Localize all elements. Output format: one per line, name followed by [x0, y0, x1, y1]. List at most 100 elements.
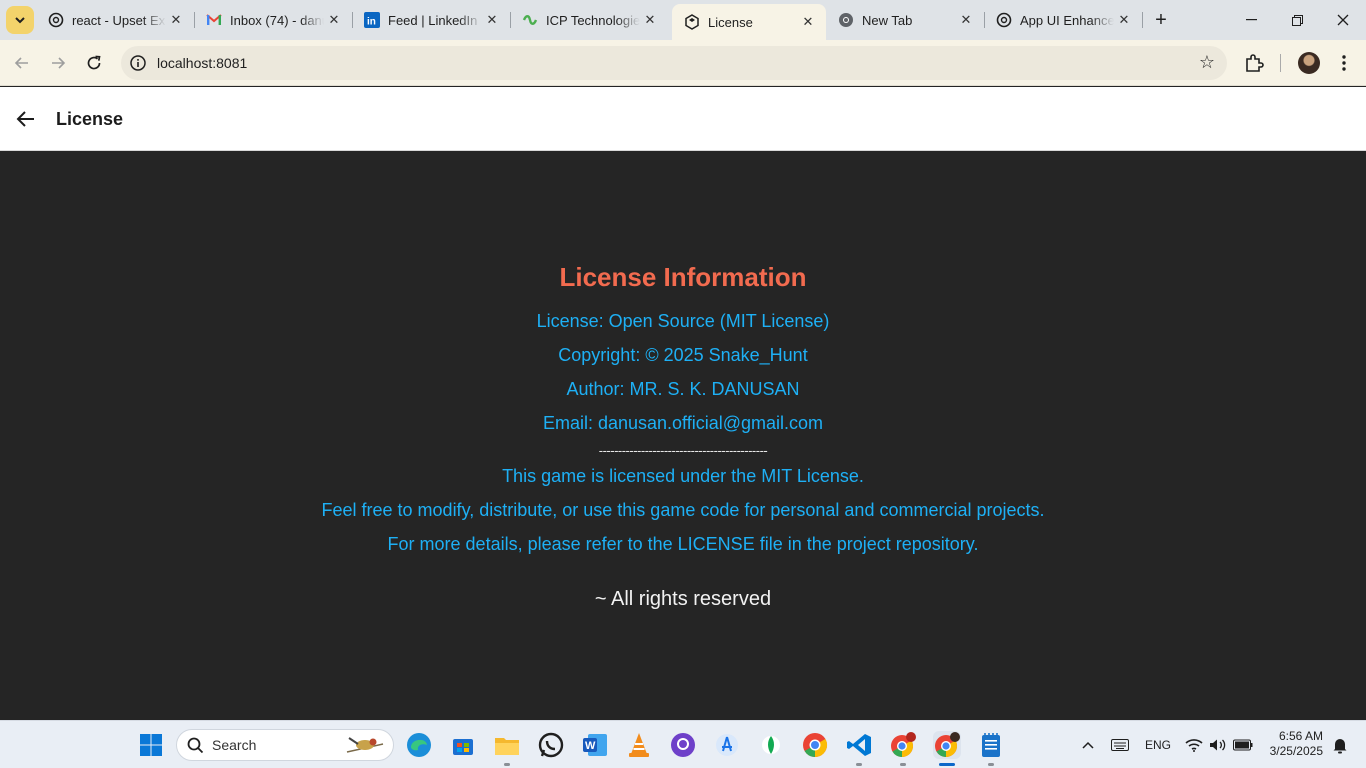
tab-title: react - Upset Exp — [72, 12, 166, 28]
gmail-icon — [206, 12, 222, 28]
mit-license-line: This game is licensed under the MIT Lice… — [502, 466, 864, 486]
close-icon[interactable]: ✕ — [166, 10, 186, 30]
keyboard-icon[interactable] — [1106, 731, 1134, 759]
reload-icon — [87, 55, 101, 70]
clock-date: 3/25/2025 — [1269, 744, 1323, 758]
notification-bell-icon[interactable] — [1326, 731, 1354, 759]
close-icon[interactable]: ✕ — [956, 10, 976, 30]
expo-icon — [684, 14, 700, 30]
linkedin-icon: in — [364, 12, 380, 28]
arrow-left-icon — [16, 111, 34, 127]
volume-icon[interactable] — [1204, 731, 1232, 759]
clock-time: 6:56 AM — [1278, 729, 1323, 743]
chevron-up-icon[interactable] — [1074, 731, 1102, 759]
back-button[interactable] — [9, 50, 35, 76]
app-header: License — [0, 87, 1366, 151]
browser-tab[interactable]: App UI Enhancement ✕ — [984, 0, 1143, 40]
svg-text:in: in — [367, 17, 376, 28]
mongodb-icon[interactable] — [757, 731, 785, 759]
start-button[interactable] — [137, 731, 165, 759]
microsoft-store-icon[interactable] — [449, 731, 477, 759]
license-type-line: License: Open Source (MIT License) — [536, 311, 830, 331]
close-icon[interactable]: ✕ — [640, 10, 660, 30]
license-heading: License Information — [559, 262, 807, 292]
tab-title: New Tab — [862, 12, 913, 28]
browser-tab[interactable]: New Tab ✕ — [826, 0, 985, 40]
copyright-line: Copyright: © 2025 Snake_Hunt — [558, 345, 808, 365]
puzzle-icon — [1246, 54, 1264, 72]
running-indicator — [504, 763, 510, 766]
license-content: License Information License: Open Source… — [0, 152, 1366, 720]
tab-title: License — [708, 14, 753, 30]
bird-illustration-icon — [346, 737, 384, 753]
running-indicator — [856, 763, 862, 766]
site-info-icon[interactable] — [129, 54, 147, 72]
vlc-icon[interactable] — [625, 731, 653, 759]
app-store-icon[interactable] — [713, 731, 741, 759]
taskbar-search[interactable]: Search — [176, 729, 394, 761]
system-clock[interactable]: 6:56 AM 3/25/2025 — [1270, 729, 1323, 759]
file-explorer-icon[interactable] — [493, 731, 521, 759]
usage-permission-line: Feel free to modify, distribute, or use … — [321, 500, 1045, 520]
chrome-active-profile-icon[interactable] — [933, 731, 961, 759]
chrome-profile-icon[interactable] — [889, 731, 917, 759]
chrome-icon — [838, 12, 854, 28]
vscode-icon[interactable] — [845, 731, 873, 759]
close-icon[interactable]: ✕ — [798, 12, 818, 32]
tab-title: ICP Technologies — [546, 12, 640, 28]
chatgpt-icon — [48, 12, 64, 28]
close-window-button[interactable] — [1320, 0, 1366, 40]
email-line: Email: danusan.official@gmail.com — [542, 413, 824, 433]
language-indicator[interactable]: ENG — [1145, 738, 1171, 752]
restore-button[interactable] — [1274, 0, 1320, 40]
close-icon[interactable]: ✕ — [482, 10, 502, 30]
forward-button[interactable] — [45, 50, 71, 76]
browser-tab-active[interactable]: License ✕ — [672, 4, 826, 40]
notepad-icon[interactable] — [977, 731, 1005, 759]
more-vertical-icon — [1342, 55, 1346, 71]
search-label: Search — [212, 737, 257, 753]
arrow-left-icon — [14, 57, 28, 69]
whatsapp-icon[interactable] — [537, 731, 565, 759]
browser-tab[interactable]: ICP Technologies ✕ — [510, 0, 668, 40]
restore-icon — [1291, 14, 1303, 26]
github-desktop-icon[interactable] — [669, 731, 697, 759]
bookmark-star-icon[interactable]: ☆ — [1199, 52, 1215, 73]
browser-tab[interactable]: in Feed | LinkedIn ✕ — [352, 0, 511, 40]
arrow-right-icon — [52, 57, 66, 69]
word-icon[interactable]: W — [581, 731, 609, 759]
rights-reserved-line: ~ All rights reserved — [594, 588, 772, 610]
windows-logo-icon — [140, 734, 162, 756]
edge-browser-icon[interactable] — [405, 731, 433, 759]
running-indicator — [988, 763, 994, 766]
minimize-button[interactable] — [1228, 0, 1274, 40]
chevron-down-icon — [15, 17, 25, 24]
text-divider: ----------------------------------------… — [598, 443, 768, 458]
close-icon[interactable]: ✕ — [1114, 10, 1134, 30]
new-tab-button[interactable]: + — [1150, 9, 1172, 31]
close-icon — [1337, 14, 1349, 26]
browser-menu-button[interactable] — [1331, 50, 1357, 76]
extensions-button[interactable] — [1241, 50, 1267, 76]
browser-tab[interactable]: react - Upset Exp ✕ — [36, 0, 195, 40]
reload-button[interactable] — [81, 50, 107, 76]
minimize-icon — [1245, 19, 1257, 21]
browser-tab[interactable]: Inbox (74) - danusan ✕ — [194, 0, 353, 40]
browser-tab-strip: react - Upset Exp ✕ Inbox (74) - danusan… — [0, 0, 1366, 40]
chatgpt-icon — [996, 12, 1012, 28]
tab-search-button[interactable] — [6, 6, 34, 34]
battery-icon[interactable] — [1229, 731, 1257, 759]
tab-title: Inbox (74) - danusan — [230, 12, 324, 28]
close-icon[interactable]: ✕ — [324, 10, 344, 30]
details-line: For more details, please refer to the LI… — [387, 534, 979, 554]
icp-icon — [522, 12, 538, 28]
running-indicator — [900, 763, 906, 766]
url-text: localhost:8081 — [157, 55, 248, 71]
profile-avatar[interactable] — [1298, 52, 1320, 74]
chrome-icon[interactable] — [801, 731, 829, 759]
active-app-indicator — [939, 763, 955, 766]
author-line: Author: MR. S. K. DANUSAN — [566, 379, 800, 399]
tab-title: App UI Enhancement — [1020, 12, 1114, 28]
address-bar[interactable]: localhost:8081 ☆ — [121, 46, 1227, 80]
header-back-button[interactable] — [12, 105, 40, 133]
